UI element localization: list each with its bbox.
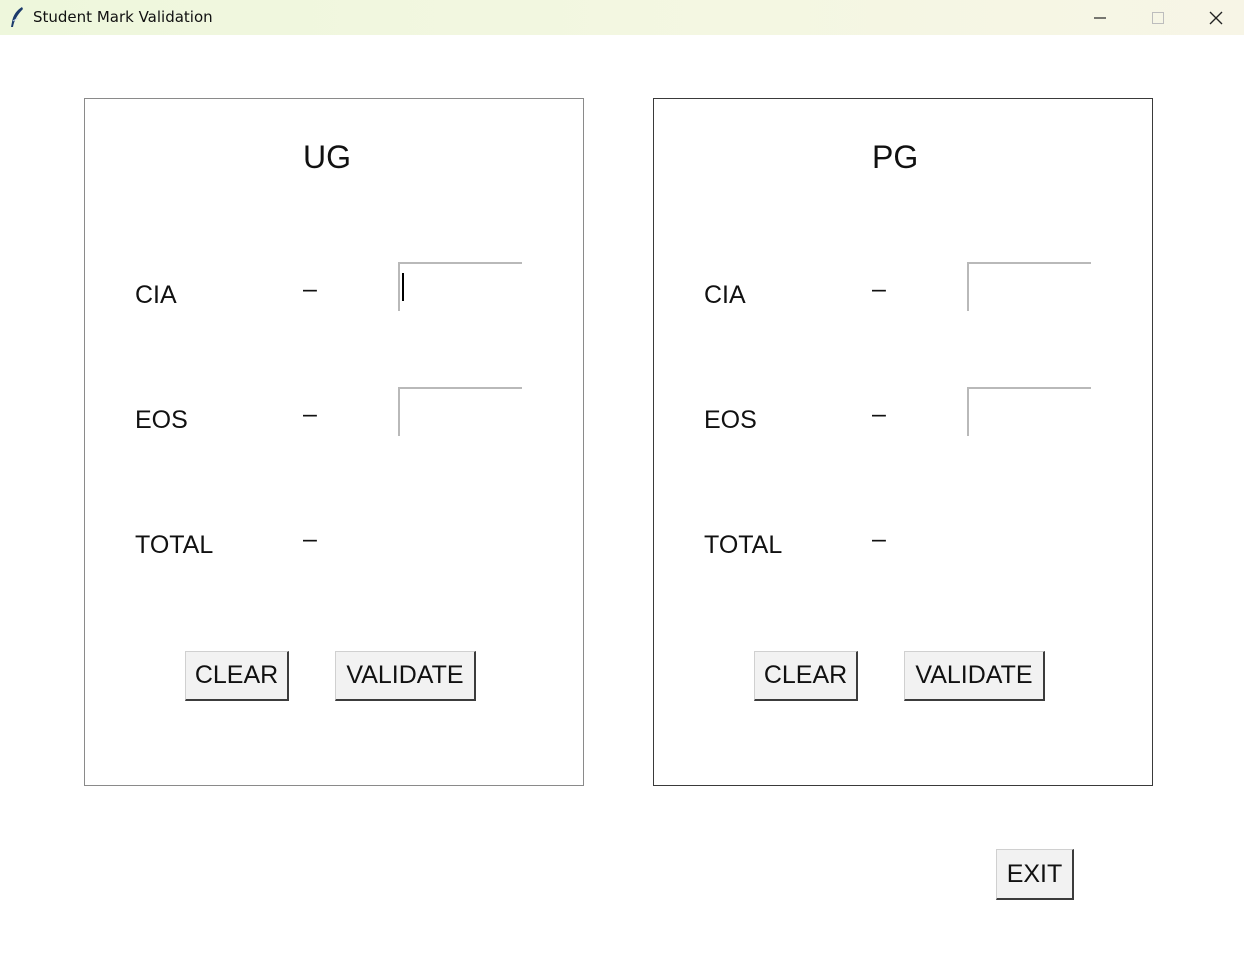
maximize-icon <box>1152 11 1164 24</box>
window-title: Student Mark Validation <box>33 8 213 26</box>
eos-label: EOS <box>704 406 757 434</box>
pg-validate-button[interactable]: VALIDATE <box>904 651 1045 701</box>
ug-cia-field[interactable] <box>398 262 522 311</box>
ug-validate-button[interactable]: VALIDATE <box>335 651 476 701</box>
pg-eos-field[interactable] <box>967 387 1091 436</box>
ug-eos-field[interactable] <box>398 387 522 436</box>
total-label: TOTAL <box>704 531 783 559</box>
exit-button[interactable]: EXIT <box>996 849 1074 900</box>
minimize-button[interactable] <box>1071 0 1129 35</box>
total-label: TOTAL <box>135 531 214 559</box>
cia-separator: – <box>303 275 317 303</box>
ug-eos-input[interactable] <box>400 389 522 436</box>
title-bar[interactable]: Student Mark Validation <box>0 0 1244 35</box>
ug-clear-button[interactable]: CLEAR <box>185 651 289 701</box>
pg-cia-field[interactable] <box>967 262 1091 311</box>
eos-separator: – <box>303 400 317 428</box>
total-separator: – <box>303 525 317 553</box>
eos-label: EOS <box>135 406 188 434</box>
maximize-button[interactable] <box>1129 0 1187 35</box>
ug-cia-input[interactable] <box>400 264 522 311</box>
pg-cia-input[interactable] <box>969 264 1091 311</box>
close-button[interactable] <box>1187 0 1244 35</box>
eos-separator: – <box>872 400 886 428</box>
ug-panel: UG CIA – EOS – TOTAL – CLEAR VALIDATE <box>84 98 584 786</box>
panel-title: UG <box>303 139 351 175</box>
feather-icon <box>8 6 26 28</box>
pg-eos-input[interactable] <box>969 389 1091 436</box>
minimize-icon <box>1094 16 1106 19</box>
total-separator: – <box>872 525 886 553</box>
cia-separator: – <box>872 275 886 303</box>
cia-label: CIA <box>135 281 177 309</box>
cia-label: CIA <box>704 281 746 309</box>
pg-clear-button[interactable]: CLEAR <box>754 651 858 701</box>
close-icon <box>1209 11 1223 24</box>
text-caret <box>402 273 404 301</box>
pg-panel: PG CIA – EOS – TOTAL – CLEAR VALIDATE <box>653 98 1153 786</box>
panel-title: PG <box>872 139 919 175</box>
